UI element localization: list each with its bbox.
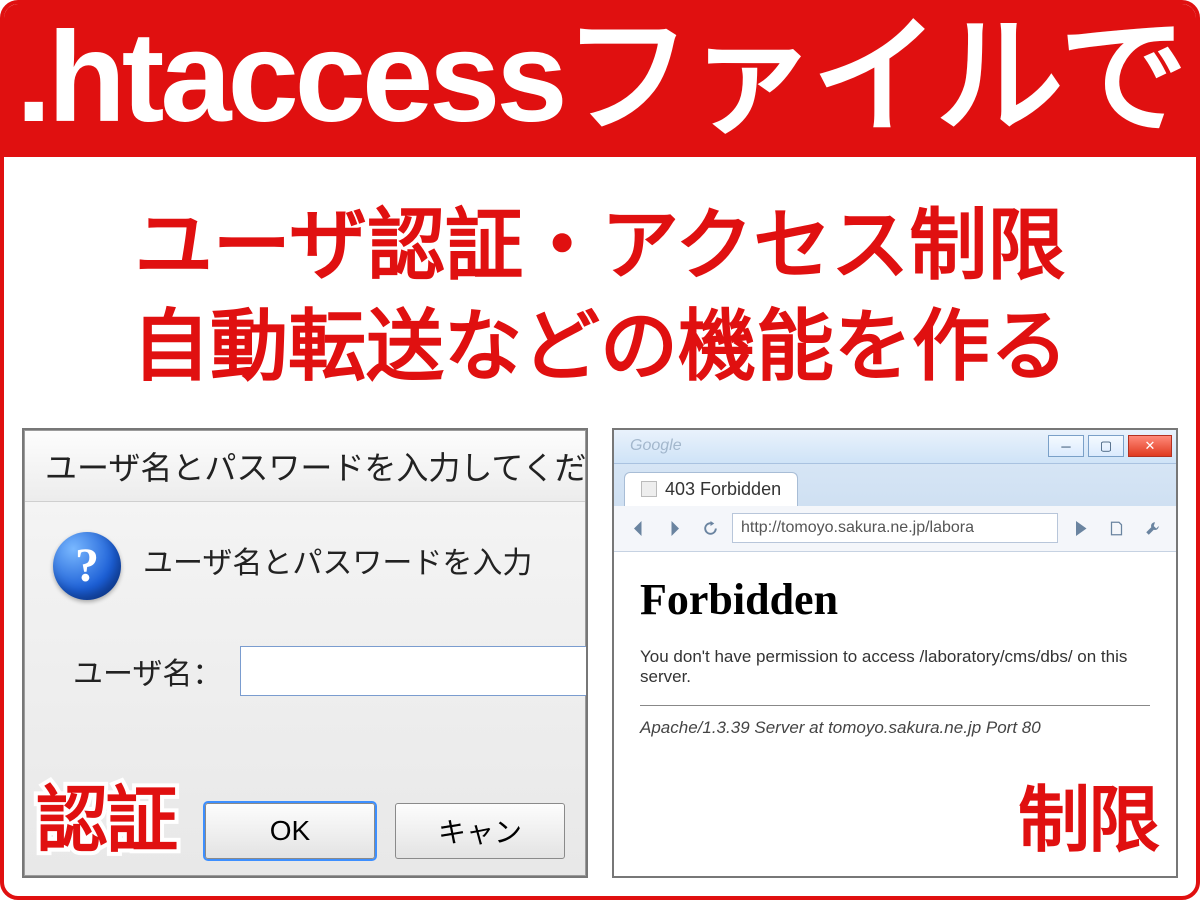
chevron-left-icon [631,521,646,536]
chevron-right-icon [667,521,682,536]
server-signature: Apache/1.3.39 Server at tomoyo.sakura.ne… [640,718,1150,738]
browser-toolbar [614,506,1176,552]
auth-username-label: ユーザ名： [73,649,222,693]
window-minimize-button[interactable]: ─ [1048,435,1084,457]
auth-dialog-message: ユーザ名とパスワードを入力 [143,532,532,582]
panels: ユーザ名とパスワードを入力してください ? ユーザ名とパスワードを入力 ユーザ名… [4,428,1196,896]
header-title: .htaccessファイルで [16,6,1184,149]
window-maximize-button[interactable]: ▢ [1088,435,1124,457]
auth-dialog-body: ? ユーザ名とパスワードを入力 [25,502,585,618]
play-icon [1073,521,1088,536]
question-icon: ? [53,532,121,600]
forward-button[interactable] [660,514,688,542]
window-close-button[interactable]: ✕ [1128,435,1172,457]
browser-tab[interactable]: 403 Forbidden [624,472,798,506]
auth-username-input[interactable] [240,646,588,696]
auth-badge: 認証 [36,761,176,866]
card: .htaccessファイルで ユーザ認証・アクセス制限 自動転送などの機能を作る… [0,0,1200,900]
wrench-menu-button[interactable] [1138,514,1166,542]
subtitle: ユーザ認証・アクセス制限 自動転送などの機能を作る [4,157,1196,428]
page-body-text: You don't have permission to access /lab… [640,647,1150,687]
browser-tabstrip: 403 Forbidden [614,464,1176,506]
ok-button[interactable]: OK [205,803,375,859]
auth-panel: ユーザ名とパスワードを入力してください ? ユーザ名とパスワードを入力 ユーザ名… [22,428,588,878]
restrict-badge: 制限 [1018,761,1158,866]
reload-button[interactable] [696,514,724,542]
google-mark: Google [618,437,682,455]
tab-title: 403 Forbidden [665,479,781,500]
go-button[interactable] [1066,514,1094,542]
reload-icon [703,521,718,536]
back-button[interactable] [624,514,652,542]
cancel-button[interactable]: キャン [395,803,565,859]
browser-titlebar: Google ─ ▢ ✕ [614,430,1176,464]
page-icon [1109,521,1124,536]
page-heading: Forbidden [640,574,1150,625]
browser-panel: Google ─ ▢ ✕ 403 Forbidden [612,428,1178,878]
page-divider [640,705,1150,706]
tab-favicon-icon [641,481,657,497]
page-menu-button[interactable] [1102,514,1130,542]
auth-username-row: ユーザ名： [25,618,585,716]
auth-dialog-buttons: OK キャン [205,803,565,859]
auth-dialog-title: ユーザ名とパスワードを入力してください [25,431,585,502]
url-input[interactable] [732,513,1058,543]
header-banner: .htaccessファイルで [4,4,1196,157]
wrench-icon [1145,521,1160,536]
